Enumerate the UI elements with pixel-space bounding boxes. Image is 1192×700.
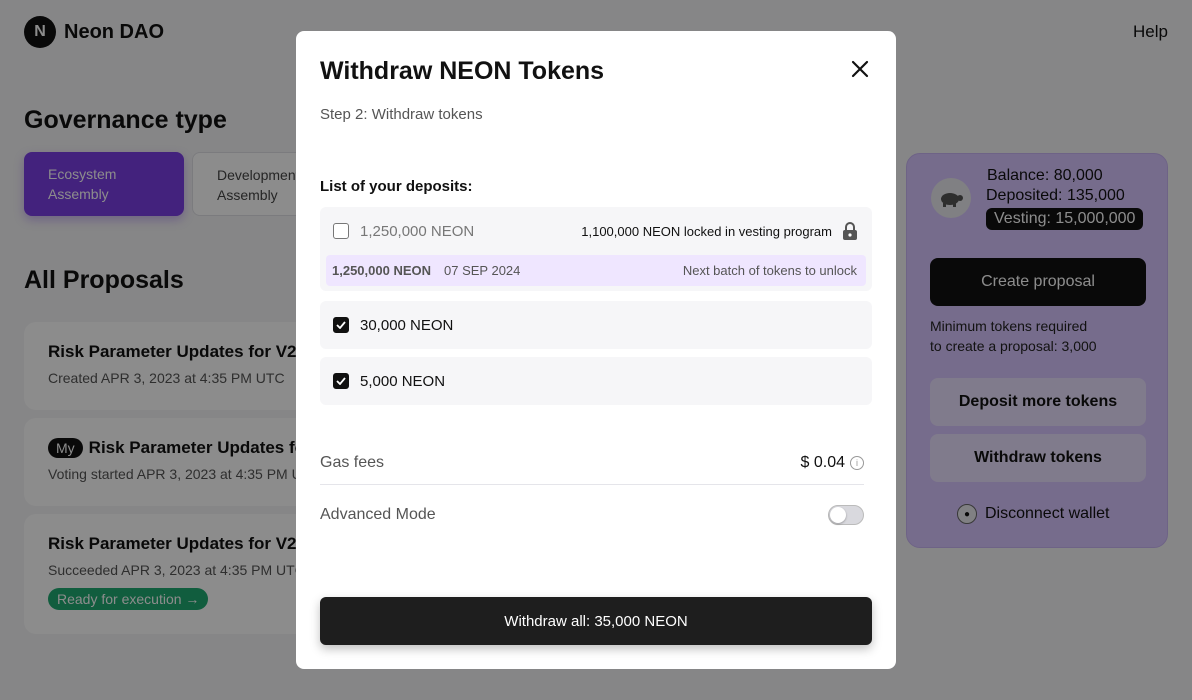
deposit-item: 5,000 NEON — [320, 357, 872, 405]
batch-date: 07 SEP 2024 — [444, 263, 521, 278]
deposit-checkbox[interactable] — [333, 373, 349, 389]
check-icon — [336, 377, 346, 385]
gas-fees-label: Gas fees — [320, 453, 385, 471]
deposit-amount: 5,000 NEON — [360, 372, 446, 390]
deposit-item: 30,000 NEON — [320, 301, 872, 349]
next-unlock-batch: 1,250,000 NEON 07 SEP 2024 Next batch of… — [326, 255, 866, 286]
gas-fees-value: $ 0.04 — [800, 453, 845, 471]
deposit-item: 1,250,000 NEON 1,100,000 NEON locked in … — [320, 207, 872, 291]
deposit-checkbox[interactable] — [333, 317, 349, 333]
batch-amount: 1,250,000 NEON — [332, 263, 432, 278]
modal-title: Withdraw NEON Tokens — [320, 57, 605, 85]
gas-fees-row: Gas fees $ 0.04 i — [320, 441, 864, 485]
gas-fees-value-wrap: $ 0.04 i — [801, 454, 864, 472]
deposit-row: 1,250,000 NEON 1,100,000 NEON locked in … — [333, 207, 858, 255]
advanced-mode-label: Advanced Mode — [320, 506, 436, 523]
check-icon — [336, 321, 346, 329]
deposit-row: 5,000 NEON — [333, 357, 858, 405]
deposits-list-label: List of your deposits: — [320, 178, 473, 195]
close-icon — [851, 60, 869, 78]
toggle-knob — [830, 507, 846, 523]
info-icon[interactable]: i — [850, 455, 864, 470]
lock-icon — [843, 222, 857, 240]
close-button[interactable] — [846, 55, 874, 83]
locked-info: 1,100,000 NEON locked in vesting program — [581, 222, 858, 240]
modal-subtitle: Step 2: Withdraw tokens — [320, 106, 483, 123]
deposit-row: 30,000 NEON — [333, 301, 858, 349]
withdraw-modal: Withdraw NEON Tokens Step 2: Withdraw to… — [296, 31, 896, 669]
deposit-amount: 30,000 NEON — [360, 316, 454, 334]
advanced-mode-toggle[interactable] — [828, 505, 864, 525]
deposit-amount: 1,250,000 NEON — [360, 222, 475, 240]
batch-note: Next batch of tokens to unlock — [682, 263, 857, 278]
deposit-checkbox[interactable] — [333, 223, 349, 239]
withdraw-all-button[interactable]: Withdraw all: 35,000 NEON — [320, 597, 872, 645]
advanced-mode-row: Advanced Mode — [320, 497, 864, 533]
locked-text: 1,100,000 NEON locked in vesting program — [581, 223, 832, 239]
